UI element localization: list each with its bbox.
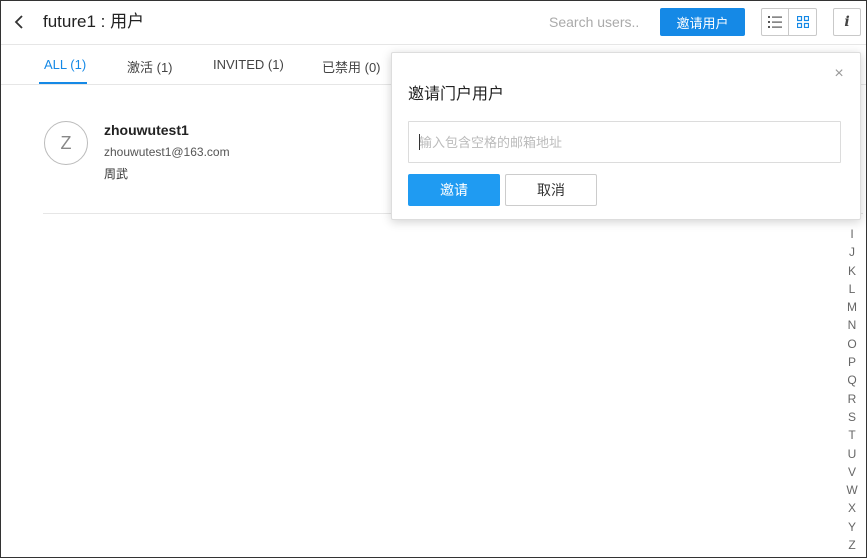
page-title: future1 : 用户 [43, 12, 145, 31]
list-view-icon[interactable] [762, 9, 790, 35]
alphabet-letter[interactable]: Q [841, 371, 863, 389]
alphabet-letter[interactable]: Z [841, 536, 863, 554]
user-name[interactable]: zhouwutest1 [104, 122, 189, 138]
popup-title: 邀请门户用户 [408, 86, 505, 103]
back-icon[interactable] [9, 11, 29, 33]
app-window: future1 : 用户 邀请用户 i AL [0, 0, 867, 558]
text-cursor [419, 134, 420, 150]
alphabet-letter[interactable]: K [841, 262, 863, 280]
alphabet-letter[interactable]: U [841, 445, 863, 463]
alphabet-letter[interactable]: T [841, 426, 863, 444]
search-input[interactable] [549, 10, 649, 34]
user-real-name: 周武 [104, 167, 129, 181]
close-icon[interactable]: × [832, 66, 846, 82]
alphabet-letter[interactable]: S [841, 408, 863, 426]
grid-view-icon[interactable] [789, 9, 816, 35]
info-button[interactable]: i [833, 8, 861, 36]
alphabet-letter[interactable]: P [841, 353, 863, 371]
alphabet-letter[interactable]: O [841, 335, 863, 353]
tab-invited[interactable]: INVITED (1) [213, 57, 284, 72]
invite-button[interactable]: 邀请 [408, 174, 500, 206]
alphabet-letter[interactable]: X [841, 499, 863, 517]
alphabet-letter[interactable]: M [841, 298, 863, 316]
alphabet-letter[interactable]: I [841, 225, 863, 243]
alphabet-letter[interactable]: Y [841, 518, 863, 536]
alphabet-letter[interactable]: V [841, 463, 863, 481]
email-field[interactable] [408, 121, 841, 163]
view-toggle [761, 8, 817, 36]
tab-disabled[interactable]: 已禁用 (0) [322, 57, 381, 76]
active-tab-indicator [39, 82, 87, 84]
alphabet-letter[interactable]: N [841, 316, 863, 334]
alphabet-letter[interactable]: R [841, 390, 863, 408]
user-email: zhouwutest1@163.com [104, 145, 230, 159]
alphabet-index: I J K L M N O P Q R S T U V W X Y Z [841, 225, 863, 554]
top-bar: future1 : 用户 邀请用户 i [1, 1, 866, 45]
invite-popup: 邀请门户用户 × 邀请 取消 [391, 52, 861, 220]
tab-all[interactable]: ALL (1) [44, 57, 86, 72]
alphabet-letter[interactable]: L [841, 280, 863, 298]
avatar[interactable]: Z [44, 121, 88, 165]
cancel-button[interactable]: 取消 [505, 174, 597, 206]
alphabet-letter[interactable]: J [841, 243, 863, 261]
invite-user-button[interactable]: 邀请用户 [660, 8, 745, 36]
alphabet-letter[interactable]: W [841, 481, 863, 499]
tab-active[interactable]: 激活 (1) [127, 57, 173, 76]
